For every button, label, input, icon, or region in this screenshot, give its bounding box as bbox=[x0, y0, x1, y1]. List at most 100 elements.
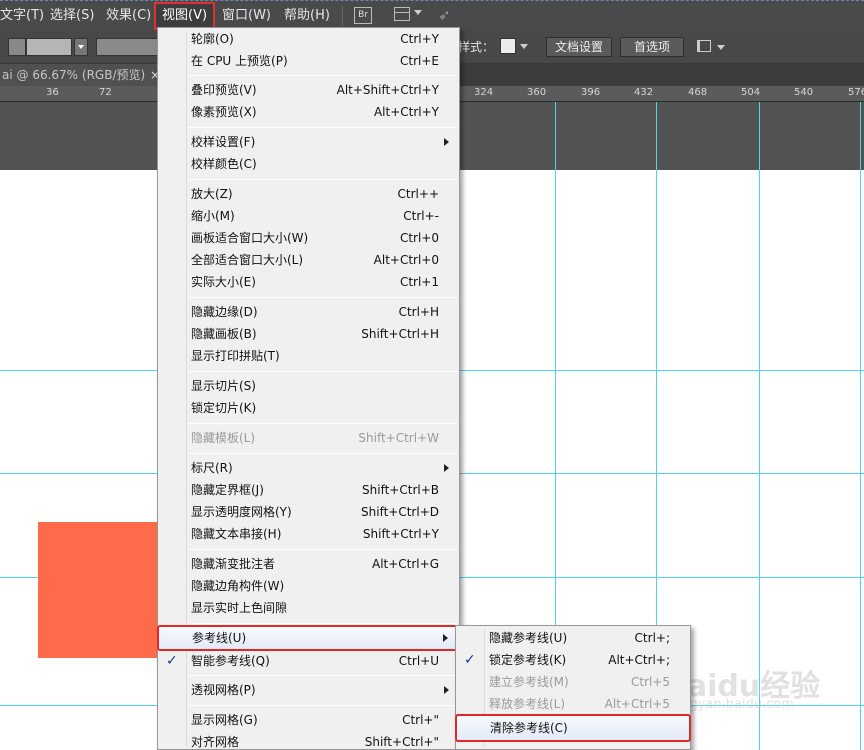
menu-item-perspective-grid[interactable]: 透视网格(P) bbox=[158, 679, 459, 701]
menu-item-label: 显示网格(G) bbox=[191, 713, 258, 727]
ruler-tick-label: 576 bbox=[848, 87, 864, 98]
menu-item-label: 显示透明度网格(Y) bbox=[191, 505, 292, 519]
menu-item-shortcut: Alt+Ctrl+5 bbox=[604, 697, 670, 711]
menu-help[interactable]: 帮助(H) bbox=[284, 7, 330, 25]
menu-item-label: 隐藏参考线(U) bbox=[489, 631, 568, 645]
chevron-down-icon[interactable] bbox=[520, 44, 528, 49]
menu-item-label: 轮廓(O) bbox=[191, 32, 234, 46]
preferences-button[interactable]: 首选项 bbox=[620, 37, 684, 57]
menu-separator bbox=[188, 423, 457, 424]
stroke-weight-stepper[interactable] bbox=[8, 38, 26, 56]
arrange-documents-icon[interactable] bbox=[697, 40, 711, 52]
menu-type[interactable]: 文字(T) bbox=[0, 7, 44, 25]
menu-item-hide-artboards[interactable]: 隐藏画板(B) Shift+Ctrl+H bbox=[158, 323, 459, 345]
menu-item-label: 隐藏渐变批注者 bbox=[191, 557, 276, 571]
ruler-tick-label: 504 bbox=[741, 87, 761, 98]
menu-item-transparency-grid[interactable]: 显示透明度网格(Y) Shift+Ctrl+D bbox=[158, 501, 459, 523]
menu-item-label: 透视网格(P) bbox=[191, 683, 256, 697]
submenu-arrow-icon bbox=[444, 138, 449, 146]
style-swatch[interactable] bbox=[500, 38, 516, 54]
menu-item-shortcut: Ctrl+; bbox=[634, 631, 670, 645]
submenu-arrow-icon bbox=[443, 634, 448, 642]
menu-item-show-print-tiling[interactable]: 显示打印拼贴(T) bbox=[158, 345, 459, 367]
menu-item-hide-gradient-annotator[interactable]: 隐藏渐变批注者 Alt+Ctrl+G bbox=[158, 553, 459, 575]
menu-effect[interactable]: 效果(C) bbox=[106, 7, 151, 25]
menubar-divider bbox=[342, 6, 343, 26]
menu-item-fit-all[interactable]: 全部适合窗口大小(L) Alt+Ctrl+0 bbox=[158, 249, 459, 271]
menu-view[interactable]: 视图(V) bbox=[153, 2, 216, 30]
menu-item-proof-colors[interactable]: 校样颜色(C) bbox=[158, 153, 459, 175]
submenu-item-clear-guides[interactable]: 清除参考线(C) bbox=[455, 714, 691, 742]
menu-item-pixel-preview[interactable]: 像素预览(X) Alt+Ctrl+Y bbox=[158, 101, 459, 123]
menu-item-label: 隐藏定界框(J) bbox=[191, 483, 264, 497]
menu-item-shortcut: Shift+Ctrl+Y bbox=[362, 527, 439, 541]
menu-item-proof-setup[interactable]: 校样设置(F) bbox=[158, 131, 459, 153]
vertical-guide[interactable] bbox=[759, 102, 760, 750]
menu-item-shortcut: Alt+Shift+Ctrl+Y bbox=[336, 83, 439, 97]
menu-bar: 文字(T) 选择(S) 效果(C) 视图(V) 窗口(W) 帮助(H) Br ➶ bbox=[0, 0, 864, 30]
menu-item-label: 显示打印拼贴(T) bbox=[191, 349, 280, 363]
menu-separator bbox=[188, 179, 457, 180]
menu-item-label: 画板适合窗口大小(W) bbox=[191, 231, 309, 245]
menu-window[interactable]: 窗口(W) bbox=[222, 7, 271, 25]
menu-separator bbox=[188, 75, 457, 76]
chevron-down-icon[interactable] bbox=[414, 10, 422, 15]
menu-item-lock-slices[interactable]: 锁定切片(K) bbox=[158, 397, 459, 419]
guides-submenu: 隐藏参考线(U) Ctrl+; ✓ 锁定参考线(K) Alt+Ctrl+; 建立参考线… bbox=[455, 625, 691, 750]
menu-item-shortcut: Shift+Ctrl+D bbox=[361, 505, 439, 519]
menu-item-shortcut: Alt+Ctrl+Y bbox=[373, 105, 439, 119]
menu-item-smart-guides[interactable]: ✓ 智能参考线(Q) Ctrl+U bbox=[158, 650, 459, 672]
menu-item-guides[interactable]: 参考线(U) bbox=[157, 625, 460, 651]
menu-item-show-grid[interactable]: 显示网格(G) Ctrl+" bbox=[158, 709, 459, 731]
menu-item-overprint-preview[interactable]: 叠印预览(V) Alt+Shift+Ctrl+Y bbox=[158, 79, 459, 101]
menu-item-zoom-out[interactable]: 缩小(M) Ctrl+- bbox=[158, 205, 459, 227]
menu-item-label: 清除参考线(C) bbox=[490, 721, 568, 735]
menu-item-live-paint-gaps[interactable]: 显示实时上色间隙 bbox=[158, 597, 459, 619]
menu-select[interactable]: 选择(S) bbox=[50, 7, 94, 25]
menu-item-rulers[interactable]: 标尺(R) bbox=[158, 457, 459, 479]
menu-item-snap-to-grid[interactable]: 对齐网格 Shift+Ctrl+" bbox=[158, 731, 459, 750]
orange-rectangle-shape[interactable] bbox=[38, 522, 168, 658]
menu-item-hide-corner-widget[interactable]: 隐藏边角构件(W) bbox=[158, 575, 459, 597]
menu-item-label: 缩小(M) bbox=[191, 209, 235, 223]
chevron-down-icon[interactable] bbox=[717, 45, 725, 50]
feather-icon[interactable]: ➶ bbox=[438, 6, 454, 24]
illustrator-window: 文字(T) 选择(S) 效果(C) 视图(V) 窗口(W) 帮助(H) Br ➶… bbox=[0, 0, 864, 750]
menu-item-actual-size[interactable]: 实际大小(E) Ctrl+1 bbox=[158, 271, 459, 293]
menu-item-shortcut: Alt+Ctrl+; bbox=[608, 653, 670, 667]
menu-separator bbox=[188, 549, 457, 550]
ruler-tick-label: 72 bbox=[99, 87, 112, 98]
bridge-button[interactable]: Br bbox=[354, 7, 372, 24]
menu-item-cpu-preview[interactable]: 在 CPU 上预览(P) Ctrl+E bbox=[158, 50, 459, 72]
stroke-profile-field[interactable] bbox=[96, 38, 158, 56]
menu-item-hide-text-threads[interactable]: 隐藏文本串接(H) Shift+Ctrl+Y bbox=[158, 523, 459, 545]
menu-item-outline[interactable]: 轮廓(O) Ctrl+Y bbox=[158, 28, 459, 50]
menu-item-label: 放大(Z) bbox=[191, 187, 233, 201]
workspace-layout-icon[interactable] bbox=[394, 7, 410, 21]
menu-item-zoom-in[interactable]: 放大(Z) Ctrl++ bbox=[158, 183, 459, 205]
menu-item-label: 建立参考线(M) bbox=[489, 675, 569, 689]
menu-item-label: 标尺(R) bbox=[191, 461, 233, 475]
document-setup-button[interactable]: 文档设置 bbox=[546, 37, 612, 57]
menu-item-label: 实际大小(E) bbox=[191, 275, 256, 289]
menu-item-label: 智能参考线(Q) bbox=[191, 654, 270, 668]
submenu-arrow-icon bbox=[444, 686, 449, 694]
menu-item-label: 对齐网格 bbox=[191, 735, 240, 749]
vertical-guide[interactable] bbox=[860, 102, 861, 750]
stroke-dropdown[interactable] bbox=[74, 38, 88, 56]
menu-item-label: 隐藏文本串接(H) bbox=[191, 527, 282, 541]
menu-separator bbox=[188, 297, 457, 298]
stroke-swatch[interactable] bbox=[26, 38, 72, 56]
document-tab[interactable]: ai @ 66.67% (RGB/预览) × bbox=[0, 64, 164, 86]
menu-item-hide-bounding-box[interactable]: 隐藏定界框(J) Shift+Ctrl+B bbox=[158, 479, 459, 501]
menu-item-show-slices[interactable]: 显示切片(S) bbox=[158, 375, 459, 397]
menu-item-shortcut: Shift+Ctrl+B bbox=[362, 483, 439, 497]
submenu-item-lock-guides[interactable]: ✓ 锁定参考线(K) Alt+Ctrl+; bbox=[456, 649, 690, 671]
menu-item-fit-artboard[interactable]: 画板适合窗口大小(W) Ctrl+0 bbox=[158, 227, 459, 249]
menu-item-hide-edges[interactable]: 隐藏边缘(D) Ctrl+H bbox=[158, 301, 459, 323]
submenu-item-hide-guides[interactable]: 隐藏参考线(U) Ctrl+; bbox=[456, 627, 690, 649]
menu-item-label: 叠印预览(V) bbox=[191, 83, 257, 97]
view-menu-dropdown: 轮廓(O) Ctrl+Y 在 CPU 上预览(P) Ctrl+E 叠印预览(V) Al… bbox=[157, 27, 460, 750]
menu-item-label: 隐藏边缘(D) bbox=[191, 305, 258, 319]
menu-item-label: 隐藏模板(L) bbox=[191, 431, 256, 445]
